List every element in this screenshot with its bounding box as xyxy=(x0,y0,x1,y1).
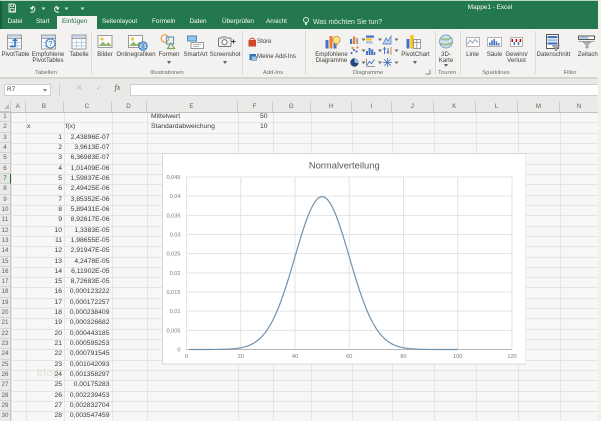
svg-text:40: 40 xyxy=(291,354,297,360)
svg-text:0,015: 0,015 xyxy=(166,290,180,296)
svg-text:120: 120 xyxy=(507,354,516,360)
svg-text:?: ? xyxy=(48,39,52,48)
svg-text:0,04: 0,04 xyxy=(169,194,180,200)
svg-text:0,025: 0,025 xyxy=(166,252,180,258)
svg-text:60: 60 xyxy=(346,354,352,360)
svg-text:0,02: 0,02 xyxy=(169,271,180,277)
svg-text:0,01: 0,01 xyxy=(169,309,180,315)
svg-text:0: 0 xyxy=(177,348,180,354)
svg-text:0,005: 0,005 xyxy=(166,328,180,334)
svg-text:0: 0 xyxy=(184,354,187,360)
svg-text:20: 20 xyxy=(237,354,243,360)
svg-text:0,03: 0,03 xyxy=(169,233,180,239)
svg-text:Normalverteilung: Normalverteilung xyxy=(308,160,379,171)
svg-text:0,045: 0,045 xyxy=(166,175,180,181)
svg-text:0,035: 0,035 xyxy=(166,213,180,219)
svg-text:80: 80 xyxy=(400,354,406,360)
svg-text:100: 100 xyxy=(453,354,462,360)
